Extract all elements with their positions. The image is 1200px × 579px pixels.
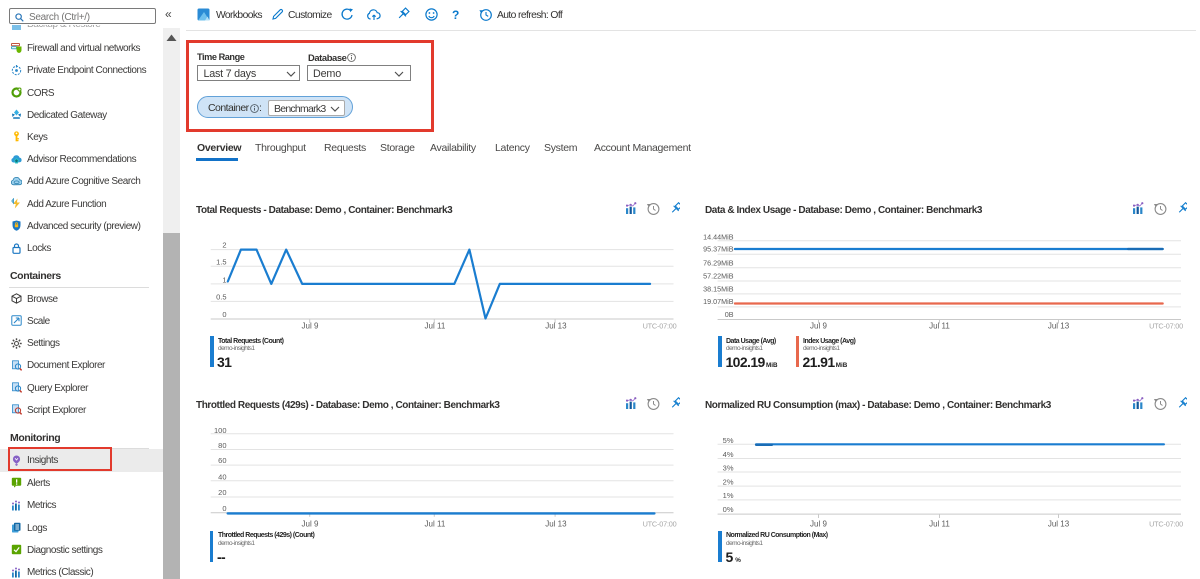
svg-text:Jul 9: Jul 9 [302,322,319,331]
svg-text:UTC-07:00: UTC-07:00 [643,519,677,528]
svg-text:20: 20 [218,488,226,497]
svg-text:0%: 0% [723,505,734,514]
svg-text:Jul 13: Jul 13 [545,519,567,528]
svg-text:UTC-07:00: UTC-07:00 [1149,519,1183,528]
svg-text:4%: 4% [723,450,734,459]
svg-text:2%: 2% [723,477,734,486]
svg-text:2: 2 [222,240,226,249]
svg-text:1%: 1% [723,491,734,500]
svg-text:UTC-07:00: UTC-07:00 [1149,322,1183,331]
svg-text:Jul 13: Jul 13 [545,322,567,331]
svg-text:Jul 13: Jul 13 [1048,322,1070,331]
svg-text:80: 80 [218,441,226,450]
svg-text:0: 0 [222,504,226,513]
svg-text:UTC-07:00: UTC-07:00 [643,322,677,331]
svg-text:95.37MiB: 95.37MiB [703,245,734,254]
svg-text:Jul 9: Jul 9 [302,519,319,528]
svg-text:100: 100 [214,426,227,435]
svg-text:Jul 11: Jul 11 [425,322,446,331]
svg-text:38.15MiB: 38.15MiB [703,285,734,294]
svg-text:Jul 9: Jul 9 [810,322,827,331]
svg-text:3%: 3% [723,464,734,473]
svg-text:76.29MiB: 76.29MiB [703,258,734,267]
svg-text:0B: 0B [725,310,734,319]
svg-text:Jul 9: Jul 9 [810,519,827,528]
svg-text:1.5: 1.5 [216,258,226,267]
svg-text:0.5: 0.5 [216,293,226,302]
svg-text:40: 40 [218,472,226,481]
svg-text:60: 60 [218,456,226,465]
svg-text:Jul 11: Jul 11 [929,322,950,331]
svg-text:0: 0 [222,310,226,319]
svg-text:Jul 11: Jul 11 [425,519,446,528]
svg-text:57.22MiB: 57.22MiB [703,272,734,281]
svg-text:19.07MiB: 19.07MiB [703,297,734,306]
svg-text:1: 1 [222,275,226,284]
svg-text:5%: 5% [723,436,734,445]
svg-text:14.44MiB: 14.44MiB [703,233,734,242]
svg-text:Jul 11: Jul 11 [929,519,950,528]
svg-text:Jul 13: Jul 13 [1048,519,1070,528]
